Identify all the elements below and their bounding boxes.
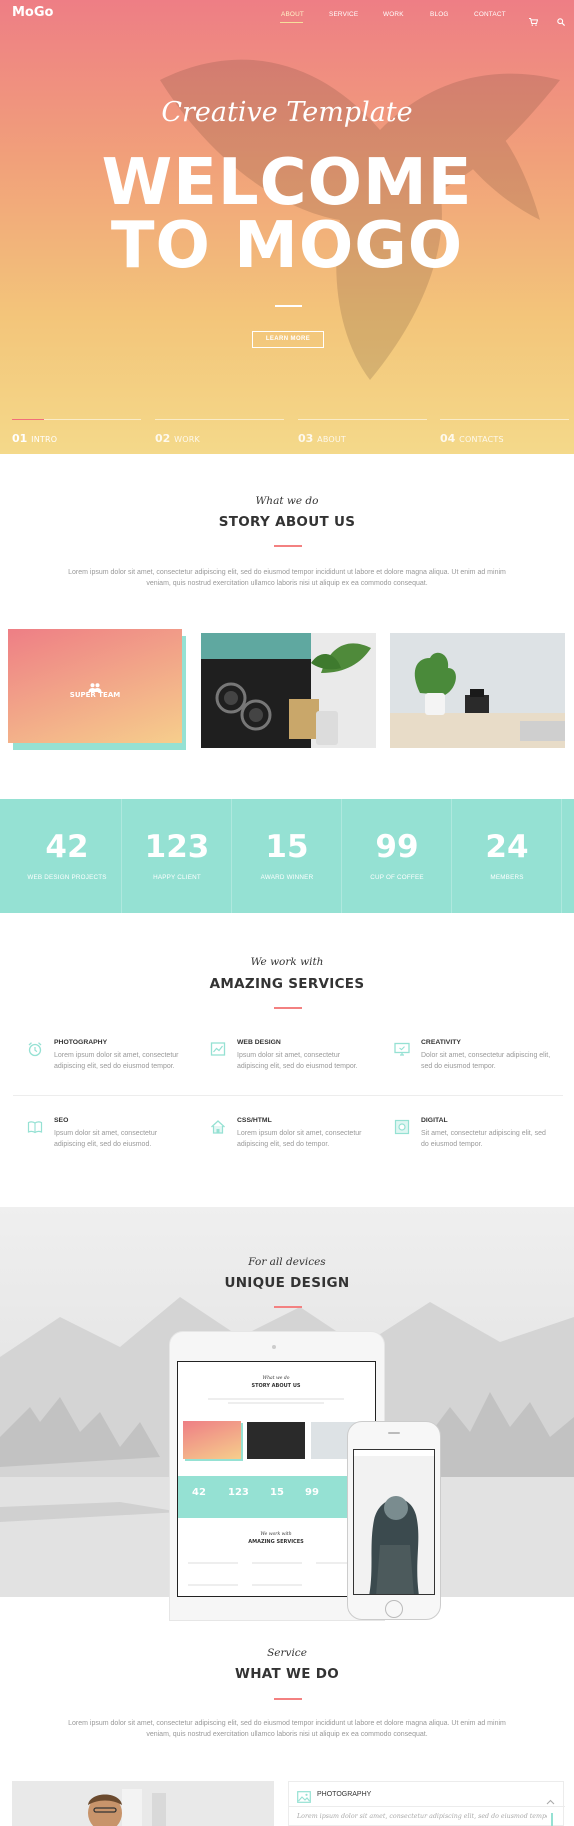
- wwd-photo: [12, 1781, 274, 1826]
- about-title: STORY ABOUT US: [218, 514, 356, 530]
- house-icon: [210, 1119, 226, 1135]
- phone-wallpaper-image: [354, 1450, 434, 1594]
- mock-service-line: [252, 1562, 302, 1564]
- nav-item-service[interactable]: SERVICE: [329, 11, 358, 18]
- mock-script-2: We work with: [260, 1532, 292, 1537]
- mock-text-line: [228, 1402, 324, 1404]
- accordion-title: PHOTOGRAPHY: [317, 1791, 372, 1798]
- team-card-super-team[interactable]: SUPER TEAM: [8, 629, 182, 743]
- devices-title: UNIQUE DESIGN: [224, 1275, 350, 1291]
- mock-service-line: [188, 1584, 238, 1586]
- slide-indicator-contacts[interactable]: 04 CONTACTS: [440, 419, 569, 449]
- desk-plant-photo: [390, 633, 565, 748]
- search-icon[interactable]: [557, 11, 566, 30]
- team-photo-headphones[interactable]: [201, 633, 376, 748]
- mock-title-2: AMAZING SERVICES: [248, 1539, 304, 1545]
- nav-item-blog[interactable]: BLOG: [430, 11, 449, 18]
- team-photo-desk[interactable]: [390, 633, 565, 748]
- mock-stats-band: 42 123 15 99: [178, 1476, 374, 1518]
- cart-icon[interactable]: [529, 11, 539, 30]
- wwd-divider: [274, 1698, 302, 1700]
- slide-indicator-work[interactable]: 02 WORK: [155, 419, 284, 449]
- stat-web-design-projects: 42 WEB DESIGN PROJECTS: [12, 799, 122, 913]
- nav-item-about[interactable]: ABOUT: [281, 11, 304, 18]
- accordion-accent-bar: [551, 1813, 553, 1826]
- service-photography[interactable]: PHOTOGRAPHY Lorem ipsum dolor sit amet, …: [27, 1039, 197, 1089]
- wwd-script: Service: [267, 1647, 307, 1659]
- team-card-label: SUPER TEAM: [69, 691, 121, 699]
- chevron-up-icon[interactable]: [546, 1790, 555, 1809]
- about-text: Lorem ipsum dolor sit amet, consectetur …: [68, 569, 506, 587]
- phone-home-button: [385, 1600, 403, 1618]
- alarm-clock-icon: [27, 1041, 43, 1057]
- hero-title-line2: TO MOGO: [110, 209, 464, 283]
- devices-divider: [274, 1306, 302, 1308]
- person-photo: [12, 1781, 274, 1826]
- nav-active-underline: [280, 22, 303, 24]
- mock-script: What we do: [262, 1376, 290, 1381]
- wwd-text: Lorem ipsum dolor sit amet, consectetur …: [68, 1720, 506, 1738]
- about-divider: [274, 545, 302, 547]
- nav-item-contact[interactable]: CONTACT: [474, 11, 506, 18]
- service-creativity[interactable]: CREATIVITY Dolor sit amet, consectetur a…: [394, 1039, 564, 1089]
- service-web-design[interactable]: WEB DESIGN Ipsum dolor sit amet, consect…: [210, 1039, 380, 1089]
- tablet-camera: [272, 1345, 276, 1349]
- mock-text-line: [208, 1398, 344, 1400]
- about-script: What we do: [255, 495, 319, 507]
- service-css-html[interactable]: CSS/HTML Lorem ipsum dolor sit amet, con…: [210, 1117, 380, 1167]
- learn-more-button[interactable]: LEARN MORE: [252, 331, 324, 348]
- stat-award-winner: 15 AWARD WINNER: [232, 799, 342, 913]
- devices-script: For all devices: [248, 1256, 326, 1268]
- book-icon: [27, 1119, 43, 1135]
- monitor-icon: [394, 1041, 410, 1057]
- hero-divider: [275, 305, 302, 307]
- stat-happy-client: 123 HAPPY CLIENT: [122, 799, 232, 913]
- phone-speaker: [388, 1432, 400, 1434]
- services-title: AMAZING SERVICES: [209, 976, 365, 992]
- lifebuoy-icon: [394, 1119, 410, 1135]
- mock-team-card: [183, 1421, 241, 1459]
- stat-cup-of-coffee: 99 CUP OF COFFEE: [342, 799, 452, 913]
- image-icon: [297, 1788, 311, 1807]
- chart-icon: [210, 1041, 226, 1057]
- accordion-text: Lorem ipsum dolor sit amet, consectetur …: [297, 1813, 547, 1820]
- accordion-photography[interactable]: PHOTOGRAPHY Lorem ipsum dolor sit amet, …: [288, 1781, 565, 1826]
- hero-title-line1: WELCOME: [101, 146, 473, 220]
- slide-indicator-intro[interactable]: 01 INTRO: [12, 419, 141, 449]
- stats-band: 42 WEB DESIGN PROJECTS 123 HAPPY CLIENT 15…: [0, 799, 574, 913]
- mock-title: STORY ABOUT US: [251, 1383, 301, 1389]
- slide-progress: [12, 419, 45, 421]
- mock-service-line: [188, 1562, 238, 1564]
- slide-indicator-about[interactable]: 03 ABOUT: [298, 419, 427, 449]
- hero-script-title: Creative Template: [161, 97, 413, 128]
- services-divider: [274, 1007, 302, 1009]
- mock-photo: [247, 1422, 305, 1459]
- mock-service-line: [252, 1584, 302, 1586]
- service-seo[interactable]: SEO Ipsum dolor sit amet, consectetur adi…: [27, 1117, 197, 1167]
- nav-item-work[interactable]: WORK: [383, 11, 404, 18]
- phone-screen: [353, 1449, 435, 1595]
- services-script: We work with: [250, 956, 324, 968]
- wwd-title: WHAT WE DO: [235, 1666, 339, 1682]
- stat-members: 24 MEMBERS: [452, 799, 562, 913]
- headphones-photo: [201, 633, 376, 748]
- accordion-header[interactable]: PHOTOGRAPHY: [289, 1782, 565, 1807]
- services-row-divider: [13, 1095, 563, 1096]
- service-digital[interactable]: DIGITAL Sit amet, consectetur adipiscing…: [394, 1117, 564, 1167]
